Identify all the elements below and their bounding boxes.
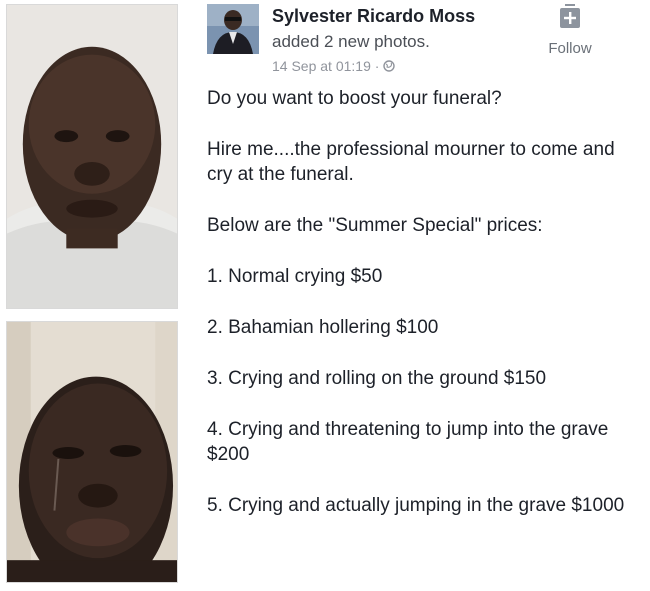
post-paragraph-3: Below are the "Summer Special" prices:: [207, 215, 543, 236]
price-item-2: 2. Bahamian hollering $100: [207, 317, 439, 338]
price-item-4: 4. Crying and threatening to jump into t…: [207, 419, 609, 465]
avatar[interactable]: [207, 4, 259, 54]
price-item-5: 5. Crying and actually jumping in the gr…: [207, 495, 625, 516]
globe-icon: [383, 60, 396, 72]
follow-button[interactable]: Follow: [530, 2, 610, 62]
add-friend-icon: [559, 4, 581, 30]
follow-label: Follow: [548, 40, 592, 57]
post-meta: 14 Sep at 01:19 ·: [272, 58, 396, 74]
avatar-image: [207, 4, 259, 54]
author-name[interactable]: Sylvester Ricardo Moss: [272, 6, 475, 27]
portrait-2-image: [7, 322, 177, 582]
price-item-3: 3. Crying and rolling on the ground $150: [207, 368, 547, 389]
post-paragraph-1: Do you want to boost your funeral?: [207, 88, 502, 109]
price-item-1: 1. Normal crying $50: [207, 266, 383, 287]
post-paragraph-2: Hire me....the professional mourner to c…: [207, 139, 615, 185]
post-body: Do you want to boost your funeral? Hire …: [207, 86, 632, 544]
post-timestamp[interactable]: 14 Sep at 01:19 ·: [272, 58, 379, 74]
post-action-text: added 2 new photos.: [272, 32, 430, 51]
photo-portrait-1[interactable]: [6, 4, 178, 309]
photo-portrait-2[interactable]: [6, 321, 178, 583]
portrait-1-image: [7, 5, 177, 308]
